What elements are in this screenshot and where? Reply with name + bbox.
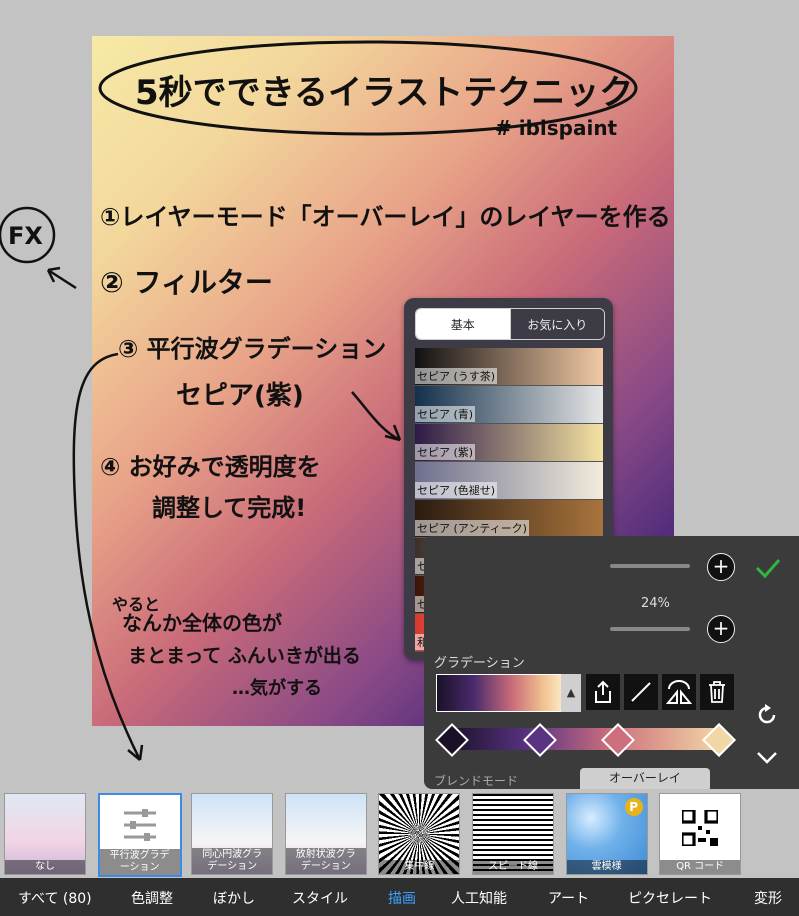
category-tab[interactable]: スタイル	[292, 888, 348, 908]
filter-thumbnail-strip: なし 平行波グラデ ーション 同心円波グラ デーション 放射状波グラ デーション 集中線…	[0, 789, 799, 878]
category-tab[interactable]: ピクセレート	[628, 888, 712, 908]
diagonal-line-icon	[631, 682, 651, 702]
trash-icon	[709, 681, 725, 703]
gradation-label: グラデーション	[434, 656, 525, 671]
qr-code-icon	[682, 810, 719, 846]
filter-thumb-label: スピード線	[473, 860, 553, 874]
filter-thumb-label: 平行波グラデ ーション	[99, 849, 180, 875]
slider-top-track[interactable]	[610, 564, 690, 568]
category-tab[interactable]: すべて (80)	[18, 888, 92, 908]
gradient-preview-bar[interactable]	[436, 674, 562, 712]
confirm-check-icon[interactable]	[754, 556, 782, 580]
preset-row[interactable]: セピア (うす茶)	[415, 348, 603, 386]
tab-basic[interactable]: 基本	[416, 309, 510, 339]
reset-icon[interactable]	[754, 702, 780, 728]
tab-favorites[interactable]: お気に入り	[509, 309, 604, 339]
preset-row[interactable]: セピア (アンティーク)	[415, 500, 603, 538]
filter-thumb[interactable]: 放射状波グラ デーション	[284, 793, 367, 875]
filter-thumb[interactable]: P 雲模様	[565, 793, 648, 875]
blend-mode-select[interactable]: オーバーレイ	[580, 768, 710, 789]
preset-row[interactable]: セピア (青)	[415, 386, 603, 424]
fx-text: FX	[8, 222, 43, 250]
share-button[interactable]	[586, 674, 620, 710]
preset-label: セピア (アンティーク)	[415, 520, 529, 536]
preset-row[interactable]: セピア (色褪せ)	[415, 462, 603, 500]
category-tab[interactable]: 描画	[388, 888, 416, 908]
collapse-chevron-icon[interactable]	[756, 750, 778, 766]
filter-thumb-label: なし	[5, 860, 85, 874]
gradient-stop-bar[interactable]	[448, 728, 720, 750]
filter-thumb-label: 集中線	[379, 860, 460, 874]
fx-arrow	[46, 266, 77, 290]
plus-button-top[interactable]: +	[707, 553, 735, 581]
premium-badge-icon: P	[624, 798, 643, 816]
filter-thumb[interactable]: 集中線	[378, 793, 461, 875]
filter-category-bar: すべて (80) 色調整 ぼかし スタイル 描画 人工知能 アート ピクセレート 変形	[0, 878, 799, 916]
flip-icon	[665, 680, 693, 704]
preset-label: セピア (うす茶)	[415, 368, 498, 384]
opacity-value: 24%	[641, 596, 670, 611]
slider-opacity-track[interactable]	[610, 627, 690, 631]
filter-thumb[interactable]: なし	[4, 793, 86, 875]
preset-label: セピア (色褪せ)	[415, 482, 498, 498]
filter-thumb-label: 同心円波グラ デーション	[192, 848, 273, 874]
sliders-icon	[123, 809, 156, 841]
plus-button-opacity[interactable]: +	[707, 615, 735, 643]
category-tab[interactable]: ぼかし	[213, 888, 255, 908]
preset-tab-control: 基本 お気に入り	[415, 308, 605, 340]
preset-row[interactable]: セピア (紫)	[415, 424, 603, 462]
category-tab[interactable]: 人工知能	[451, 888, 507, 908]
gradient-dropdown-button[interactable]: ▲	[561, 674, 581, 712]
preset-label: セピア (青)	[415, 406, 476, 422]
category-tab[interactable]: 変形	[754, 888, 782, 908]
category-tab[interactable]: アート	[548, 888, 589, 908]
blend-mode-label: ブレンドモード	[434, 774, 519, 788]
filter-thumb[interactable]: スピード線	[472, 793, 554, 875]
filter-thumb-label: QR コード	[660, 860, 741, 874]
fx-circle	[0, 206, 56, 264]
preset-label: セピア (紫)	[415, 444, 476, 460]
filter-thumb-label: 雲模様	[566, 860, 647, 874]
delete-button[interactable]	[700, 674, 734, 710]
reverse-button[interactable]	[662, 674, 696, 710]
share-icon	[595, 680, 611, 703]
filter-thumb[interactable]: 平行波グラデ ーション	[97, 793, 182, 877]
filter-thumb-label: 放射状波グラ デーション	[285, 848, 366, 874]
filter-thumb[interactable]: QR コード	[659, 793, 742, 875]
filter-thumb[interactable]: 同心円波グラ デーション	[191, 793, 274, 875]
line-tool-button[interactable]	[624, 674, 658, 710]
category-tab[interactable]: 色調整	[131, 888, 173, 908]
